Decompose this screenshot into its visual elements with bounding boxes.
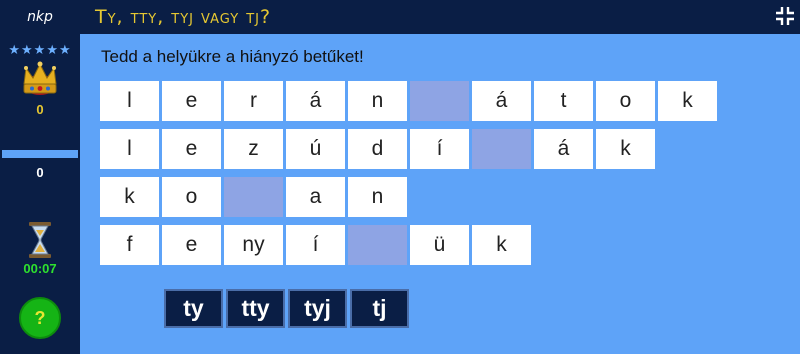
letter-cell: d: [348, 129, 407, 169]
page-title: Ty, tty, tyj vagy tj?: [95, 6, 272, 28]
sidebar: ★★★★★ 0 0 00:07 ?: [0, 34, 80, 354]
letter-cell: á: [472, 81, 531, 121]
letter-cell: l: [100, 81, 159, 121]
stars-rating: ★★★★★: [8, 42, 72, 57]
letter-cell: k: [472, 225, 531, 265]
nkp-logo: nkp: [27, 9, 53, 25]
option-ty[interactable]: ty: [164, 289, 223, 328]
letter-cell: k: [658, 81, 717, 121]
letter-cell: k: [596, 129, 655, 169]
letter-cell: z: [224, 129, 283, 169]
letter-cell: o: [162, 177, 221, 217]
progress-value: 0: [36, 165, 44, 180]
option-tj[interactable]: tj: [350, 289, 409, 328]
crown-icon: [23, 61, 57, 95]
letter-cell: a: [286, 177, 345, 217]
score-value: 0: [36, 102, 44, 117]
blank-slot[interactable]: [472, 129, 531, 169]
blank-slot[interactable]: [224, 177, 283, 217]
timer: 00:07: [23, 261, 57, 276]
progress-bar: [2, 150, 78, 158]
option-tty[interactable]: tty: [226, 289, 285, 328]
help-button[interactable]: ?: [19, 297, 61, 339]
letter-cell: e: [162, 225, 221, 265]
letter-cell: ü: [410, 225, 469, 265]
hourglass-icon: [29, 222, 51, 258]
blank-slot[interactable]: [348, 225, 407, 265]
letter-cell: í: [286, 225, 345, 265]
letter-cell: e: [162, 81, 221, 121]
letter-cell: t: [534, 81, 593, 121]
letter-cell: í: [410, 129, 469, 169]
option-tyj[interactable]: tyj: [288, 289, 347, 328]
exit-fullscreen-icon[interactable]: [775, 6, 795, 26]
letter-cell: n: [348, 177, 407, 217]
top-bar: nkp Ty, tty, tyj vagy tj?: [0, 0, 800, 34]
letter-cell: ny: [224, 225, 283, 265]
letter-cell: n: [348, 81, 407, 121]
letter-cell: k: [100, 177, 159, 217]
letter-cell: o: [596, 81, 655, 121]
letter-cell: e: [162, 129, 221, 169]
letter-cell: r: [224, 81, 283, 121]
blank-slot[interactable]: [410, 81, 469, 121]
letter-cell: f: [100, 225, 159, 265]
letter-cell: á: [534, 129, 593, 169]
letter-cell: ú: [286, 129, 345, 169]
letter-cell: l: [100, 129, 159, 169]
instruction-text: Tedd a helyükre a hiányzó betűket!: [101, 47, 364, 66]
letter-cell: á: [286, 81, 345, 121]
